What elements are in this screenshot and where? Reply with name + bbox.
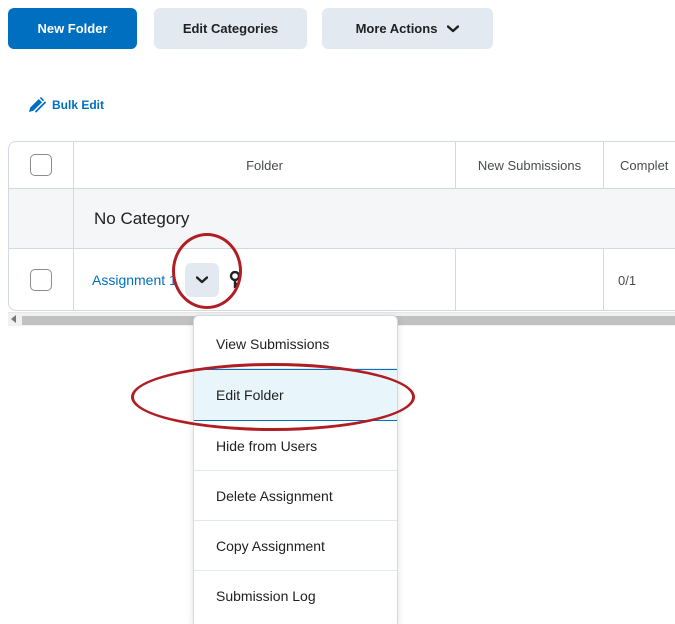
assignments-page: New Folder Edit Categories More Actions … bbox=[0, 0, 675, 624]
bulk-edit-label: Bulk Edit bbox=[52, 98, 105, 112]
bulk-edit-link[interactable]: Bulk Edit bbox=[28, 97, 104, 113]
menu-item-copy-assignment[interactable]: Copy Assignment bbox=[194, 521, 397, 571]
menu-item-label: Submission Log bbox=[216, 588, 316, 604]
chevron-down-icon bbox=[447, 24, 460, 33]
menu-item-view-submissions[interactable]: View Submissions bbox=[194, 319, 397, 369]
new-submissions-column-header[interactable]: New Submissions bbox=[455, 142, 603, 188]
chevron-down-icon bbox=[195, 271, 209, 289]
completed-value: 0/1 bbox=[618, 272, 637, 288]
new-submissions-header-label: New Submissions bbox=[477, 157, 582, 173]
menu-item-delete-assignment[interactable]: Delete Assignment bbox=[194, 471, 397, 521]
new-submissions-cell bbox=[455, 249, 603, 310]
category-row: No Category bbox=[9, 189, 675, 249]
category-spacer-cell bbox=[9, 189, 73, 248]
edit-categories-label: Edit Categories bbox=[182, 21, 279, 36]
assignments-table: Folder New Submissions Complet No Catego… bbox=[8, 141, 675, 311]
menu-item-label: Copy Assignment bbox=[216, 537, 325, 554]
menu-item-label: Edit Folder bbox=[216, 387, 284, 403]
completed-column-header[interactable]: Complet bbox=[603, 142, 675, 188]
completed-cell: 0/1 bbox=[603, 249, 675, 310]
table-header-row: Folder New Submissions Complet bbox=[9, 142, 675, 189]
pencil-icon bbox=[28, 97, 46, 113]
context-menu-button[interactable] bbox=[184, 263, 219, 297]
row-select-cell bbox=[9, 249, 73, 310]
assignment-context-menu: View Submissions Edit Folder Hide from U… bbox=[193, 315, 398, 624]
folder-header-label: Folder bbox=[246, 157, 283, 173]
select-all-cell bbox=[9, 142, 73, 188]
table-row: Assignment 1 0/1 bbox=[9, 249, 675, 310]
edit-categories-button[interactable]: Edit Categories bbox=[154, 8, 307, 49]
folder-column-header[interactable]: Folder bbox=[73, 142, 455, 188]
select-all-checkbox[interactable] bbox=[30, 154, 52, 176]
assignment-link[interactable]: Assignment 1 bbox=[92, 272, 177, 288]
menu-item-submission-log[interactable]: Submission Log bbox=[194, 571, 397, 621]
completed-header-label: Complet bbox=[620, 157, 669, 173]
more-actions-button[interactable]: More Actions bbox=[322, 8, 493, 49]
scroll-left-arrow-icon[interactable] bbox=[11, 315, 16, 323]
folder-cell: Assignment 1 bbox=[73, 249, 455, 310]
new-folder-label: New Folder bbox=[37, 21, 108, 36]
category-label: No Category bbox=[73, 189, 675, 248]
row-checkbox[interactable] bbox=[30, 269, 52, 291]
key-icon bbox=[229, 271, 241, 289]
menu-item-label: Hide from Users bbox=[216, 437, 318, 454]
menu-item-label: Delete Assignment bbox=[216, 487, 333, 504]
more-actions-label: More Actions bbox=[355, 21, 438, 36]
menu-item-edit-folder[interactable]: Edit Folder bbox=[194, 369, 397, 421]
menu-item-label: View Submissions bbox=[216, 335, 330, 352]
new-folder-button[interactable]: New Folder bbox=[8, 8, 137, 49]
menu-item-hide-from-users[interactable]: Hide from Users bbox=[194, 421, 397, 471]
